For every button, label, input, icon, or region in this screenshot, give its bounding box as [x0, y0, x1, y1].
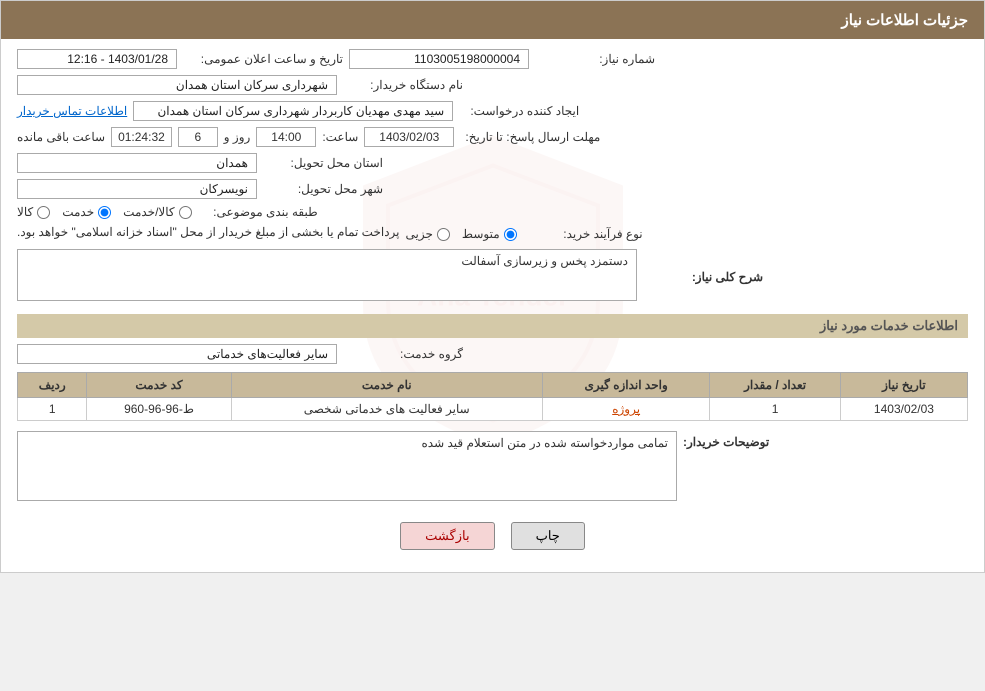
process-note: پرداخت تمام یا بخشی از مبلغ خریدار از مح… — [17, 225, 400, 239]
category-row: طبقه بندی موضوعی: کالا/خدمت خدمت کالا — [17, 205, 968, 219]
category-radio-group: کالا/خدمت خدمت کالا — [17, 205, 192, 219]
services-section-title: اطلاعات خدمات مورد نیاز — [17, 314, 968, 338]
col-header-row: ردیف — [18, 373, 87, 398]
process-jozii[interactable]: جزیی — [406, 227, 450, 241]
cell-unit: پروژه — [542, 398, 709, 421]
category-label: طبقه بندی موضوعی: — [198, 205, 318, 219]
table-row: 1403/02/03 1 پروژه سایر فعالیت های خدمات… — [18, 398, 968, 421]
category-kala[interactable]: کالا — [17, 205, 50, 219]
table-header-row: تاریخ نیاز تعداد / مقدار واحد اندازه گیر… — [18, 373, 968, 398]
buyer-notes-textarea[interactable]: تمامی مواردخواسته شده در متن استعلام قید… — [17, 431, 677, 501]
province-row: استان محل تحویل: همدان — [17, 153, 968, 173]
service-group-label: گروه خدمت: — [343, 347, 463, 361]
process-row: نوع فرآیند خرید: متوسط جزیی پرداخت تمام … — [17, 225, 968, 243]
creator-label: ایجاد کننده درخواست: — [459, 104, 579, 118]
cell-date: 1403/02/03 — [840, 398, 967, 421]
print-button[interactable]: چاپ — [511, 522, 585, 550]
creator-row: ایجاد کننده درخواست: سید مهدی مهدیان کار… — [17, 101, 968, 121]
page-title: جزئیات اطلاعات نیاز — [842, 12, 969, 29]
announce-datetime-value: 1403/01/28 - 12:16 — [17, 49, 177, 69]
province-label: استان محل تحویل: — [263, 156, 383, 170]
need-desc-row: شرح کلی نیاز: — [17, 249, 968, 304]
service-group-value: سایر فعالیت‌های خدماتی — [17, 344, 337, 364]
send-days-label: روز و — [224, 130, 251, 144]
need-number-label: شماره نیاز: — [535, 52, 655, 66]
need-number-value: 1103005198000004 — [349, 49, 529, 69]
cell-name: سایر فعالیت های خدماتی شخصی — [231, 398, 542, 421]
contact-link[interactable]: اطلاعات تماس خریدار — [17, 104, 127, 118]
cell-row: 1 — [18, 398, 87, 421]
city-row: شهر محل تحویل: نویسرکان — [17, 179, 968, 199]
send-date-value: 1403/02/03 — [364, 127, 454, 147]
remaining-value: 01:24:32 — [111, 127, 172, 147]
send-time-label: ساعت: — [322, 130, 358, 144]
back-button[interactable]: بازگشت — [400, 522, 494, 550]
need-desc-label: شرح کلی نیاز: — [643, 270, 763, 284]
process-motavaset[interactable]: متوسط — [462, 227, 517, 241]
button-row: چاپ بازگشت — [17, 510, 968, 562]
buyer-name-label: نام دستگاه خریدار: — [343, 78, 463, 92]
col-header-unit: واحد اندازه گیری — [542, 373, 709, 398]
buyer-name-value: شهرداری سرکان استان همدان — [17, 75, 337, 95]
main-content: شماره نیاز: 1103005198000004 تاریخ و ساع… — [1, 39, 984, 572]
col-header-code: کد خدمت — [87, 373, 231, 398]
category-kala-khidmat[interactable]: کالا/خدمت — [123, 205, 191, 219]
send-time-value: 14:00 — [256, 127, 316, 147]
category-khidmat[interactable]: خدمت — [62, 205, 111, 219]
buyer-notes-label: توضیحات خریدار: — [683, 431, 769, 449]
send-deadline-label: مهلت ارسال پاسخ: تا تاریخ: — [460, 130, 600, 144]
cell-count: 1 — [710, 398, 841, 421]
col-header-date: تاریخ نیاز — [840, 373, 967, 398]
send-deadline-row: مهلت ارسال پاسخ: تا تاریخ: 1403/02/03 سا… — [17, 127, 968, 147]
city-label: شهر محل تحویل: — [263, 182, 383, 196]
col-header-name: نام خدمت — [231, 373, 542, 398]
need-number-row: شماره نیاز: 1103005198000004 تاریخ و ساع… — [17, 49, 968, 69]
need-desc-textarea[interactable] — [17, 249, 637, 301]
remaining-label: ساعت باقی مانده — [17, 130, 105, 144]
process-label: نوع فرآیند خرید: — [523, 227, 643, 241]
buyer-notes-row: توضیحات خریدار: تمامی مواردخواسته شده در… — [17, 431, 968, 504]
service-group-row: گروه خدمت: سایر فعالیت‌های خدماتی — [17, 344, 968, 364]
send-days-value: 6 — [178, 127, 218, 147]
page-wrapper: Ana Tender جزئیات اطلاعات نیاز شماره نیا… — [0, 0, 985, 573]
cell-code: ط-96-96-960 — [87, 398, 231, 421]
services-table-section: تاریخ نیاز تعداد / مقدار واحد اندازه گیر… — [17, 372, 968, 421]
buyer-name-row: نام دستگاه خریدار: شهرداری سرکان استان ه… — [17, 75, 968, 95]
services-table: تاریخ نیاز تعداد / مقدار واحد اندازه گیر… — [17, 372, 968, 421]
page-header: جزئیات اطلاعات نیاز — [1, 1, 984, 39]
province-value: همدان — [17, 153, 257, 173]
process-radio-group: متوسط جزیی — [406, 227, 517, 241]
announce-datetime-label: تاریخ و ساعت اعلان عمومی: — [183, 52, 343, 66]
creator-value: سید مهدی مهدیان کاربردار شهرداری سرکان ا… — [133, 101, 453, 121]
col-header-count: تعداد / مقدار — [710, 373, 841, 398]
city-value: نویسرکان — [17, 179, 257, 199]
content-inner: جزئیات اطلاعات نیاز شماره نیاز: 11030051… — [1, 1, 984, 572]
